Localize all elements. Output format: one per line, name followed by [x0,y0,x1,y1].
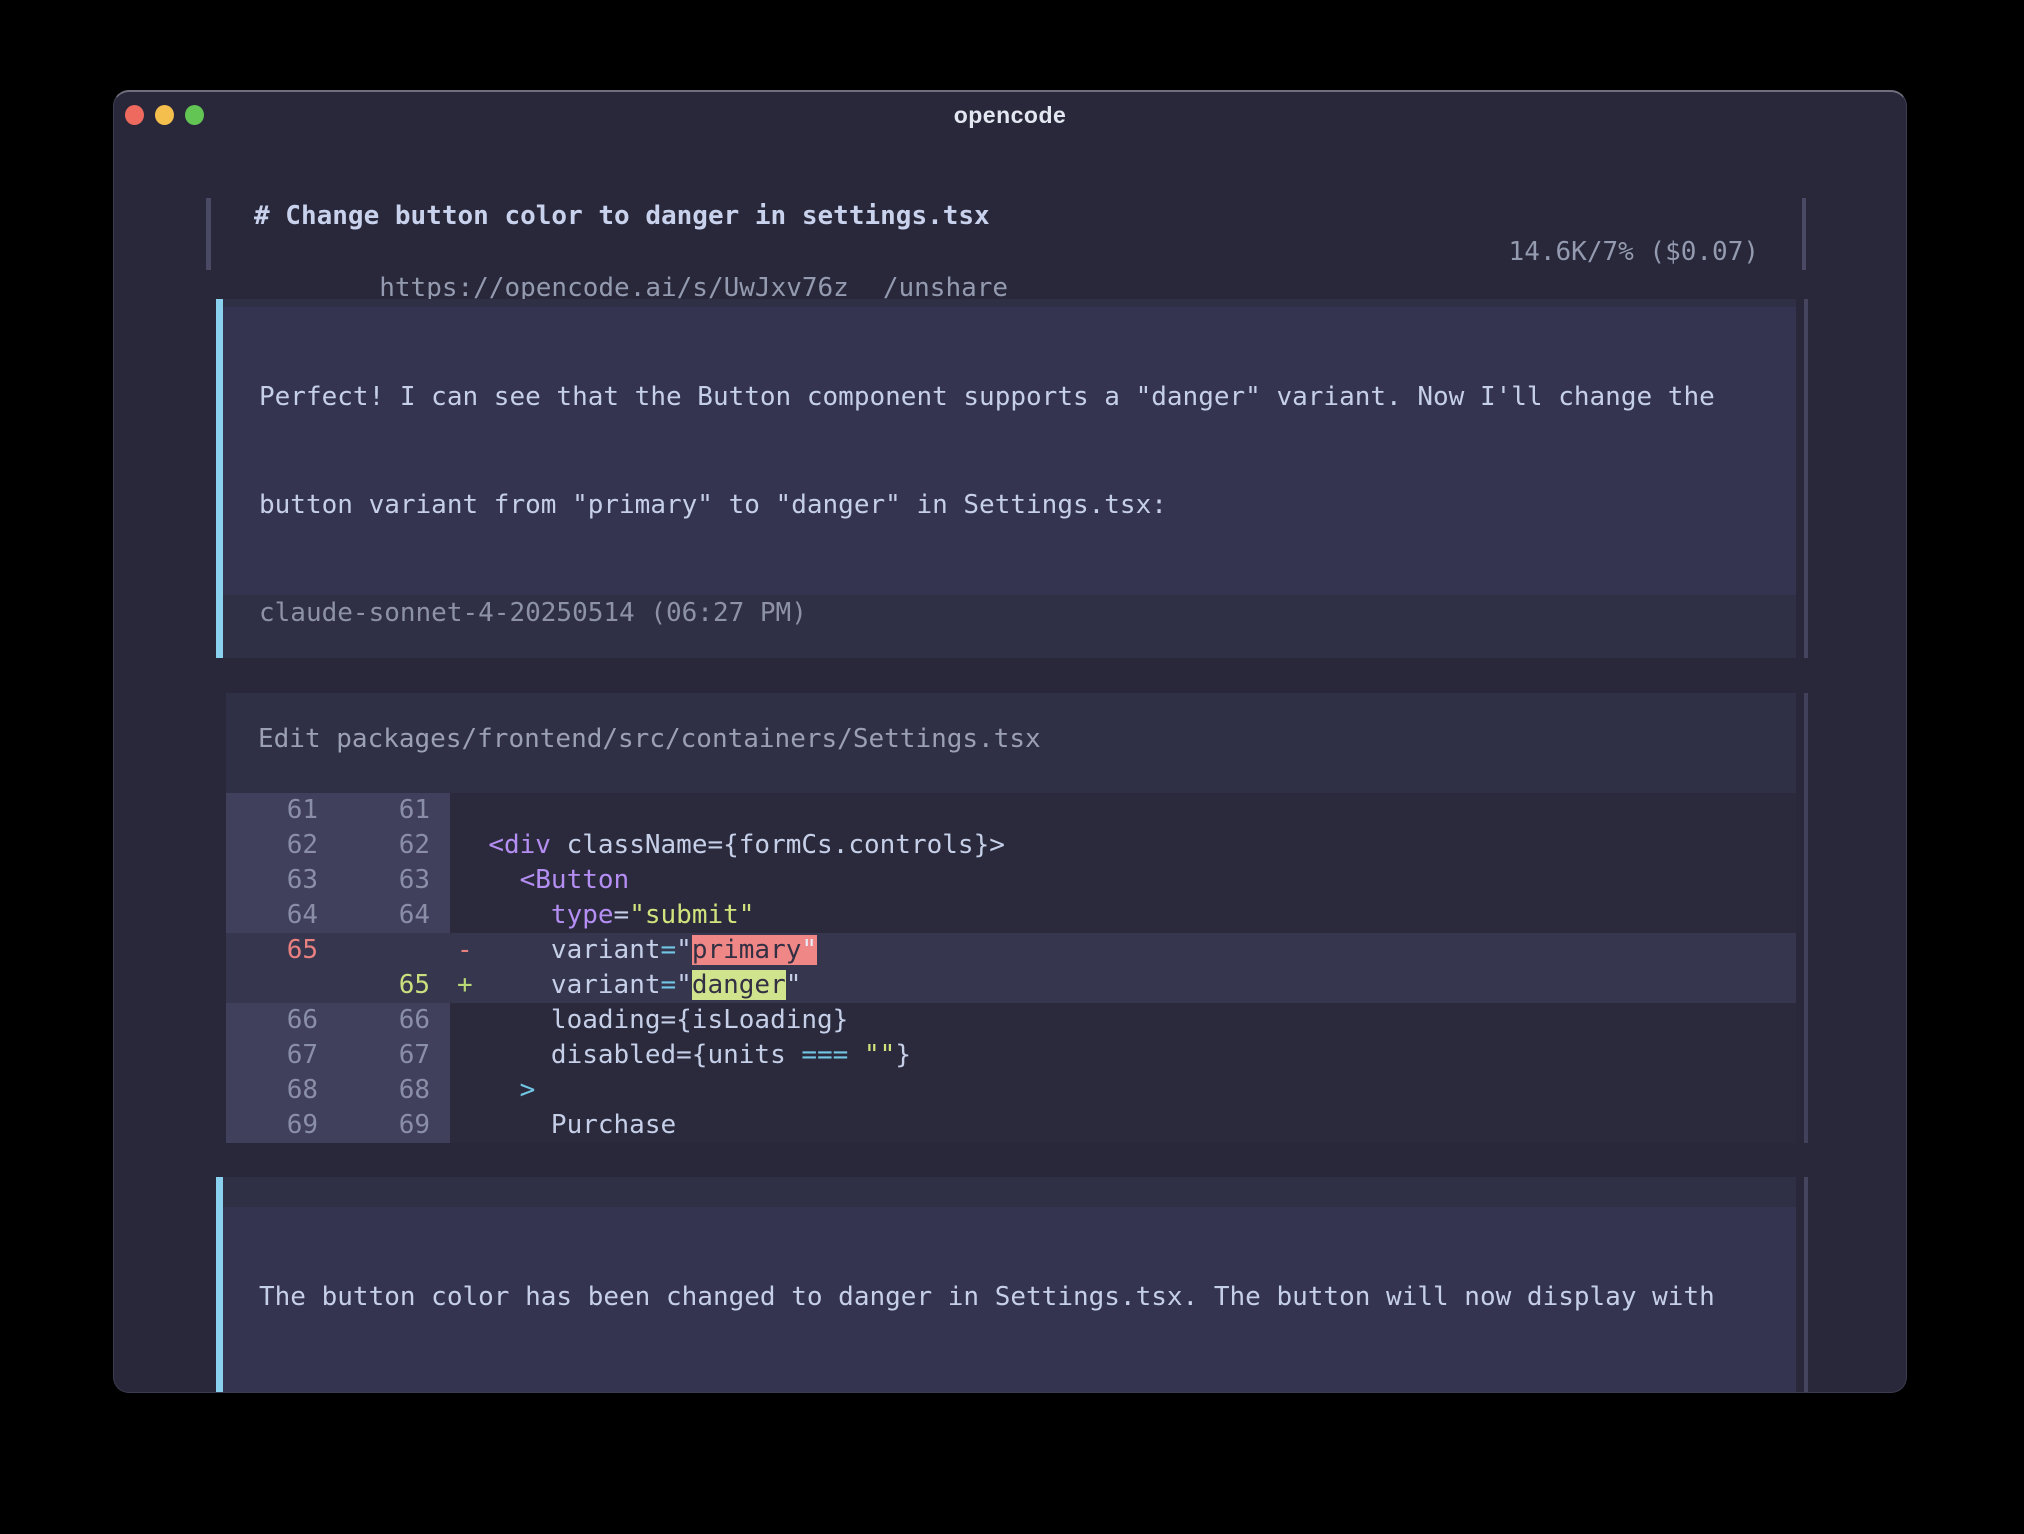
diff-row: 6666 loading={isLoading} [226,1003,1796,1038]
diff-row: 6969 Purchase [226,1108,1796,1143]
message-line: Perfect! I can see that the Button compo… [259,379,1766,415]
diff-line-number [338,933,450,968]
diff-row: 65 - variant="primary" [226,933,1796,968]
message-paragraph: Perfect! I can see that the Button compo… [223,307,1796,595]
session-header: # Change button color to danger in setti… [206,198,1806,270]
diff-line-number: 64 [226,898,338,933]
diff-code-line: Purchase [450,1108,1796,1143]
diff-line-number: 69 [338,1108,450,1143]
assistant-message: The button color has been changed to dan… [216,1177,1796,1393]
diff-code-line: + variant="danger" [450,968,1796,1003]
diff-line-number: 68 [338,1073,450,1108]
diff-line-number: 67 [338,1038,450,1073]
session-title: # Change button color to danger in setti… [254,198,1759,234]
window-title: opencode [114,102,1906,129]
diff-line-number: 67 [226,1038,338,1073]
diff-row: 6161 [226,793,1796,828]
diff-code-line [450,793,1796,828]
message-paragraph: The button color has been changed to dan… [223,1207,1796,1393]
diff-line-number: 62 [226,828,338,863]
diff-row: 6464 type="submit" [226,898,1796,933]
diff-line-number: 69 [226,1108,338,1143]
diff-row: 65+ variant="danger" [226,968,1796,1003]
diff-row: 6262 <div className={formCs.controls}> [226,828,1796,863]
diff-code-line: <div className={formCs.controls}> [450,828,1796,863]
assistant-message: Perfect! I can see that the Button compo… [216,299,1796,658]
diff-line-number: 66 [338,1003,450,1038]
diff-line-number: 62 [338,828,450,863]
diff-line-number: 63 [338,863,450,898]
diff-view: 61616262 <div className={formCs.controls… [226,793,1796,1143]
edit-tool-card: Edit packages/frontend/src/containers/Se… [226,693,1796,1143]
diff-line-number: 63 [226,863,338,898]
diff-code-line: loading={isLoading} [450,1003,1796,1038]
diff-line-number: 66 [226,1003,338,1038]
diff-line-number: 61 [226,793,338,828]
diff-row: 6363 <Button [226,863,1796,898]
diff-line-number: 64 [338,898,450,933]
message-line: a red/rose color scheme instead of the b… [259,1387,1766,1393]
title-bar: opencode [114,92,1906,138]
diff-line-number [226,968,338,1003]
diff-code-line: type="submit" [450,898,1796,933]
diff-code-line: - variant="primary" [450,933,1796,968]
diff-row: 6767 disabled={units === ""} [226,1038,1796,1073]
edit-tool-title: Edit packages/frontend/src/containers/Se… [226,693,1796,757]
diff-code-line: disabled={units === ""} [450,1038,1796,1073]
diff-line-number: 68 [226,1073,338,1108]
diff-line-number: 61 [338,793,450,828]
diff-code-line: > [450,1073,1796,1108]
diff-line-number: 65 [338,968,450,1003]
diff-row: 6868 > [226,1073,1796,1108]
message-line: button variant from "primary" to "danger… [259,487,1766,523]
message-line: The button color has been changed to dan… [259,1279,1766,1315]
message-model-meta: claude-sonnet-4-20250514 (06:27 PM) [223,595,1796,631]
diff-code-line: <Button [450,863,1796,898]
diff-line-number: 65 [226,933,338,968]
app-window: opencode # Change button color to danger… [113,90,1907,1393]
